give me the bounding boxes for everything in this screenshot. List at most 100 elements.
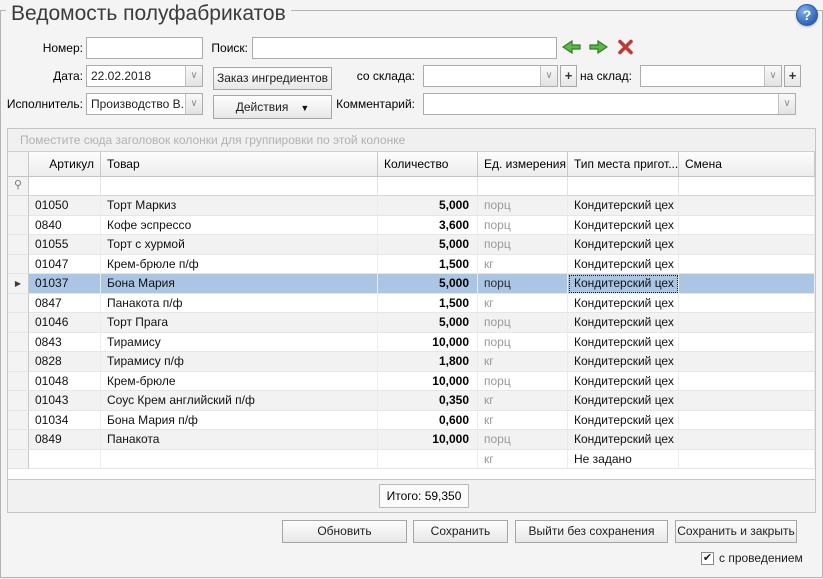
product-name-cell[interactable]: Крем-брюле п/ф	[101, 255, 378, 275]
unit-cell[interactable]: порц	[478, 274, 568, 294]
product-name-cell[interactable]: Бона Мария	[101, 274, 378, 294]
quantity-cell[interactable]: 5,000	[378, 313, 478, 333]
prep-place-type-cell[interactable]: Кондитерский цех	[568, 372, 679, 392]
shift-cell[interactable]	[679, 216, 815, 236]
article-cell[interactable]: 01055	[29, 235, 101, 255]
product-name-cell[interactable]: Тирамису	[101, 333, 378, 353]
quantity-cell[interactable]: 3,600	[378, 216, 478, 236]
article-cell[interactable]: 01043	[29, 391, 101, 411]
column-header-3[interactable]: Количество	[378, 152, 478, 177]
prep-place-type-cell[interactable]: Не задано	[568, 450, 679, 470]
prep-place-type-cell[interactable]: Кондитерский цех	[568, 274, 679, 294]
quantity-cell[interactable]: 10,000	[378, 430, 478, 450]
comment-select[interactable]: ∨	[423, 93, 796, 115]
prep-place-type-cell[interactable]: Кондитерский цех	[568, 411, 679, 431]
prep-place-type-cell[interactable]: Кондитерский цех	[568, 333, 679, 353]
column-header-6[interactable]: Смена	[679, 152, 815, 177]
table-row[interactable]: 01055Торт с хурмой5,000порцКондитерский …	[8, 235, 815, 255]
chevron-down-icon[interactable]: ∨	[540, 66, 557, 86]
article-cell[interactable]: 01046	[29, 313, 101, 333]
product-name-cell[interactable]: Торт с хурмой	[101, 235, 378, 255]
date-picker[interactable]: 22.02.2018 ∨	[86, 65, 203, 87]
executor-select[interactable]: Производство В... ∨	[86, 93, 203, 115]
prep-place-type-cell[interactable]: Кондитерский цех	[568, 255, 679, 275]
unit-cell[interactable]: кг	[478, 352, 568, 372]
prep-place-type-cell[interactable]: Кондитерский цех	[568, 235, 679, 255]
add-to-store-button[interactable]: +	[784, 65, 801, 87]
clear-search-icon[interactable]	[616, 39, 635, 55]
unit-cell[interactable]: кг	[478, 450, 568, 470]
unit-cell[interactable]: кг	[478, 294, 568, 314]
unit-cell[interactable]: порц	[478, 430, 568, 450]
unit-cell[interactable]: кг	[478, 255, 568, 275]
prep-place-type-cell[interactable]: Кондитерский цех	[568, 430, 679, 450]
chevron-down-icon[interactable]: ∨	[778, 94, 795, 114]
article-cell[interactable]: 01037	[29, 274, 101, 294]
quantity-cell[interactable]: 1,500	[378, 294, 478, 314]
chevron-down-icon[interactable]: ∨	[185, 66, 202, 86]
filter-cell[interactable]	[568, 177, 679, 196]
prep-place-type-cell[interactable]: Кондитерский цех	[568, 352, 679, 372]
shift-cell[interactable]	[679, 294, 815, 314]
unit-cell[interactable]: порц	[478, 333, 568, 353]
table-row[interactable]: 0843Тирамису10,000порцКондитерский цех	[8, 333, 815, 353]
unit-cell[interactable]: порц	[478, 196, 568, 216]
quantity-cell[interactable]: 1,800	[378, 352, 478, 372]
article-cell[interactable]: 0847	[29, 294, 101, 314]
prep-place-type-cell[interactable]: Кондитерский цех	[568, 216, 679, 236]
chevron-down-icon[interactable]: ∨	[185, 94, 202, 114]
column-header-4[interactable]: Ед. измерения	[478, 152, 568, 177]
article-cell[interactable]: 0828	[29, 352, 101, 372]
article-cell[interactable]: 0843	[29, 333, 101, 353]
unit-cell[interactable]: порц	[478, 313, 568, 333]
filter-cell[interactable]	[378, 177, 478, 196]
prep-place-type-cell[interactable]: Кондитерский цех	[568, 294, 679, 314]
article-cell[interactable]: 0849	[29, 430, 101, 450]
column-header-1[interactable]: Артикул	[29, 152, 101, 177]
shift-cell[interactable]	[679, 196, 815, 216]
order-ingredients-button[interactable]: Заказ ингредиентов	[213, 67, 332, 90]
grid-filter-row[interactable]: ⚲	[8, 177, 815, 196]
product-name-cell[interactable]: Торт Прага	[101, 313, 378, 333]
table-row[interactable]: 0828Тирамису п/ф1,800кгКондитерский цех	[8, 352, 815, 372]
quantity-cell[interactable]: 10,000	[378, 372, 478, 392]
shift-cell[interactable]	[679, 391, 815, 411]
help-icon[interactable]: ?	[796, 4, 818, 26]
shift-cell[interactable]	[679, 274, 815, 294]
product-name-cell[interactable]: Панакота	[101, 430, 378, 450]
refresh-button[interactable]: Обновить	[282, 520, 407, 543]
article-cell[interactable]: 01050	[29, 196, 101, 216]
table-row[interactable]: 0847Панакота п/ф1,500кгКондитерский цех	[8, 294, 815, 314]
table-row[interactable]: 01047Крем-брюле п/ф1,500кгКондитерский ц…	[8, 255, 815, 275]
filter-cell[interactable]	[679, 177, 815, 196]
search-input[interactable]	[252, 37, 557, 59]
table-row[interactable]: ▶01037Бона Мария5,000порцКондитерский це…	[8, 274, 815, 294]
search-prev-icon[interactable]	[562, 39, 581, 55]
table-row[interactable]: кгНе задано	[8, 450, 815, 470]
table-row[interactable]: 01048Крем-брюле10,000порцКондитерский це…	[8, 372, 815, 392]
with-posting-option[interactable]: с проведением	[701, 551, 803, 565]
shift-cell[interactable]	[679, 450, 815, 470]
unit-cell[interactable]: кг	[478, 391, 568, 411]
product-name-cell[interactable]: Торт Маркиз	[101, 196, 378, 216]
table-row[interactable]: 01034Бона Мария п/ф0,600кгКондитерский ц…	[8, 411, 815, 431]
prep-place-type-cell[interactable]: Кондитерский цех	[568, 391, 679, 411]
quantity-cell[interactable]: 0,600	[378, 411, 478, 431]
shift-cell[interactable]	[679, 430, 815, 450]
unit-cell[interactable]: порц	[478, 216, 568, 236]
quantity-cell[interactable]: 0,350	[378, 391, 478, 411]
chevron-down-icon[interactable]: ∨	[764, 66, 781, 86]
number-input[interactable]	[86, 37, 203, 59]
quantity-cell[interactable]: 5,000	[378, 235, 478, 255]
shift-cell[interactable]	[679, 372, 815, 392]
article-cell[interactable]: 01048	[29, 372, 101, 392]
product-name-cell[interactable]: Тирамису п/ф	[101, 352, 378, 372]
column-header-5[interactable]: Тип места пригот...	[568, 152, 679, 177]
quantity-cell[interactable]: 5,000	[378, 196, 478, 216]
unit-cell[interactable]: порц	[478, 372, 568, 392]
shift-cell[interactable]	[679, 255, 815, 275]
column-header-2[interactable]: Товар	[101, 152, 378, 177]
prep-place-type-cell[interactable]: Кондитерский цех	[568, 196, 679, 216]
table-row[interactable]: 01050Торт Маркиз5,000порцКондитерский це…	[8, 196, 815, 216]
quantity-cell[interactable]: 10,000	[378, 333, 478, 353]
